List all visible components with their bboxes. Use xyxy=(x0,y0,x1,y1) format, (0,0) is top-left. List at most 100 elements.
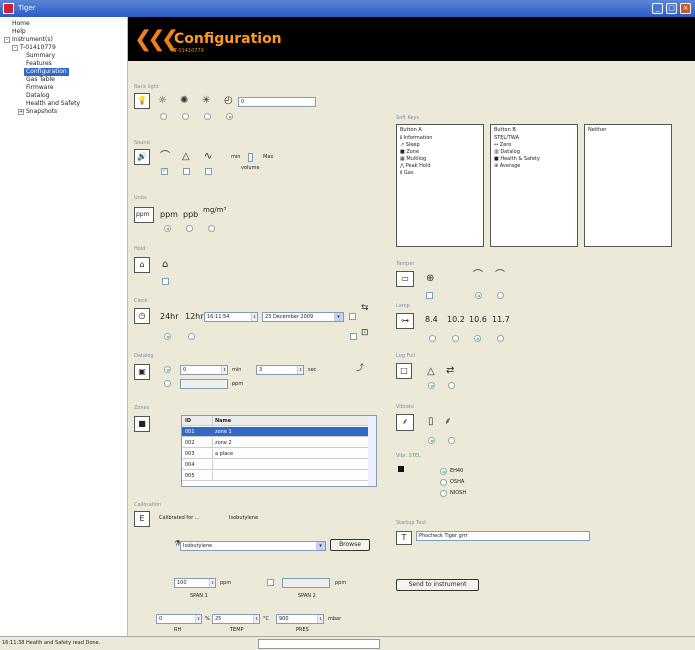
span2-check[interactable] xyxy=(267,579,274,586)
softkeys-button-a-list[interactable]: Button A ℹ Information ↗ Sleep ■ Zone ▦ … xyxy=(396,124,484,247)
softkey-item[interactable]: ▦ Multilog xyxy=(400,156,426,163)
lamp-radio-2[interactable] xyxy=(452,335,459,342)
tamper-button[interactable]: ▭ xyxy=(396,271,414,287)
standard-radio-niosh[interactable] xyxy=(440,490,447,497)
close-button[interactable]: × xyxy=(680,3,691,14)
table-row[interactable]: 003 a place xyxy=(182,449,369,459)
backlight-radio-2[interactable] xyxy=(182,113,189,120)
softkey-item[interactable]: ▥ Datalog xyxy=(494,149,520,156)
send-to-instrument-button[interactable]: Send to instrument xyxy=(396,579,479,591)
clock-time-field[interactable]: 16:11:54 ⇕ xyxy=(204,312,258,322)
logfull-button[interactable]: □ xyxy=(396,363,412,379)
softkey-item[interactable]: ⋀ Peak Hold xyxy=(400,163,431,170)
datalog-sec-field[interactable]: 3 ⇕ xyxy=(256,365,304,375)
sound-check-1[interactable] xyxy=(161,167,168,175)
zones-button[interactable]: ■ xyxy=(134,416,150,432)
lamp-radio-1[interactable] xyxy=(429,335,436,342)
sync-to-instrument-icon[interactable]: ⇆ xyxy=(361,303,369,313)
clock-date-field[interactable]: 23 December 2009 ▾ xyxy=(262,312,344,322)
sound-check-2[interactable] xyxy=(183,168,190,175)
pc-sync-icon[interactable]: ⊡ xyxy=(361,328,369,338)
table-row[interactable]: 001 zone 1 xyxy=(182,427,369,437)
clock-check[interactable] xyxy=(349,313,356,320)
spin-icon[interactable]: ⇕ xyxy=(195,615,201,623)
pres-field[interactable]: 900 ⇕ xyxy=(276,614,324,624)
backlight-radio-4[interactable] xyxy=(226,113,233,120)
tree-item-summary[interactable]: Summary xyxy=(26,52,55,60)
standard-radio-eh40[interactable] xyxy=(440,468,447,475)
vibrate-button[interactable]: ⸙ xyxy=(396,414,414,431)
softkey-item[interactable]: STEL/TWA xyxy=(494,135,519,142)
hold-check[interactable] xyxy=(162,278,169,285)
datalog-threshold-field[interactable] xyxy=(180,379,228,389)
startup-text-button[interactable]: T xyxy=(396,531,412,545)
softkey-item[interactable]: ≬ Gas xyxy=(400,170,413,177)
tamper-check[interactable] xyxy=(426,292,433,299)
softkey-item[interactable]: ■ Zone xyxy=(400,149,419,156)
backlight-button[interactable]: 💡 xyxy=(134,93,150,109)
tree-item-help[interactable]: Help xyxy=(12,28,26,36)
startup-text-field[interactable]: Phocheck Tiger grrr xyxy=(416,531,590,541)
lamp-button[interactable]: ⊶ xyxy=(396,313,414,329)
units-radio-mgm3[interactable] xyxy=(208,225,215,232)
collapse-icon[interactable]: - xyxy=(4,36,10,43)
backlight-radio-3[interactable] xyxy=(204,113,211,120)
logfull-radio-wrap[interactable] xyxy=(448,382,455,389)
volume-slider[interactable] xyxy=(248,153,253,162)
hold-button[interactable]: ⌂ xyxy=(134,257,150,273)
backlight-radio-1[interactable] xyxy=(160,113,167,120)
spin-icon[interactable]: ⇕ xyxy=(297,366,303,374)
softkey-item[interactable]: ↔ Zero xyxy=(494,142,511,149)
tree-item-features[interactable]: Features xyxy=(26,60,52,68)
datalog-min-field[interactable]: 0 ⇕ xyxy=(180,365,228,375)
zones-scrollbar[interactable] xyxy=(368,416,376,486)
softkeys-neither-list[interactable]: Neither xyxy=(584,124,672,247)
backlight-timeout-field[interactable]: 0 xyxy=(238,97,316,107)
lamp-radio-3[interactable] xyxy=(474,335,481,342)
chevron-down-icon[interactable]: ▾ xyxy=(316,542,325,550)
logfull-radio-stop[interactable] xyxy=(428,382,435,389)
expand-icon[interactable]: + xyxy=(18,108,24,115)
spin-icon[interactable]: ⇕ xyxy=(209,579,215,587)
clock-radio-24hr[interactable] xyxy=(164,333,171,340)
rh-field[interactable]: 0 ⇕ xyxy=(156,614,202,624)
vibrate-radio-off[interactable] xyxy=(428,437,435,444)
time-spin-icon[interactable]: ⇕ xyxy=(251,313,257,321)
tree-item-instruments[interactable]: - Instrument(s) xyxy=(4,36,53,44)
datalog-radio-interval[interactable] xyxy=(164,366,171,373)
standard-radio-osha[interactable] xyxy=(440,479,447,486)
softkey-item[interactable]: ⊕ Average xyxy=(494,163,520,170)
units-button[interactable]: ppm xyxy=(134,207,154,223)
browse-button[interactable]: Browse xyxy=(330,539,370,551)
spin-icon[interactable]: ⇕ xyxy=(253,615,259,623)
units-radio-ppb[interactable] xyxy=(186,225,193,232)
softkey-item[interactable]: ℹ Information xyxy=(400,135,432,142)
chevron-down-icon[interactable]: ▾ xyxy=(334,313,343,321)
tree-item-datalog[interactable]: Datalog xyxy=(26,92,49,100)
units-radio-ppm[interactable] xyxy=(164,225,171,232)
tree-item-instrument[interactable]: - T-01410779 xyxy=(12,44,56,52)
spin-icon[interactable]: ⇕ xyxy=(221,366,227,374)
lamp-radio-4[interactable] xyxy=(497,335,504,342)
minimize-button[interactable]: _ xyxy=(652,3,663,14)
clock-sync-check[interactable] xyxy=(350,333,357,340)
clock-button[interactable]: ◷ xyxy=(134,308,150,324)
tamper-radio-1[interactable] xyxy=(475,292,482,299)
span2-field[interactable] xyxy=(282,578,330,588)
sound-check-3[interactable] xyxy=(205,168,212,175)
maximize-button[interactable]: □ xyxy=(666,3,677,14)
tree-item-configuration[interactable]: Configuration xyxy=(24,68,69,76)
tree-item-home[interactable]: Home xyxy=(12,20,30,28)
softkey-item[interactable]: ■ Health & Safety xyxy=(494,156,540,163)
tree-item-gas-table[interactable]: Gas Table xyxy=(26,76,55,84)
tree-item-health-and-safety[interactable]: Health and Safety xyxy=(26,100,80,108)
softkey-item[interactable]: ↗ Sleep xyxy=(400,142,420,149)
datalog-radio-threshold[interactable] xyxy=(164,380,171,387)
vibrate-radio-on[interactable] xyxy=(448,437,455,444)
zones-table[interactable]: ID Name 001 zone 1 002 zone 2 003 a place 00… xyxy=(181,415,377,487)
softkeys-button-b-list[interactable]: Button B STEL/TWA ↔ Zero ▥ Datalog ■ Hea… xyxy=(490,124,578,247)
datalog-button[interactable]: ▣ xyxy=(134,364,150,380)
table-row[interactable]: 004 xyxy=(182,460,369,470)
span1-field[interactable]: 100 ⇕ xyxy=(174,578,216,588)
tree-item-firmware[interactable]: Firmware xyxy=(26,84,54,92)
